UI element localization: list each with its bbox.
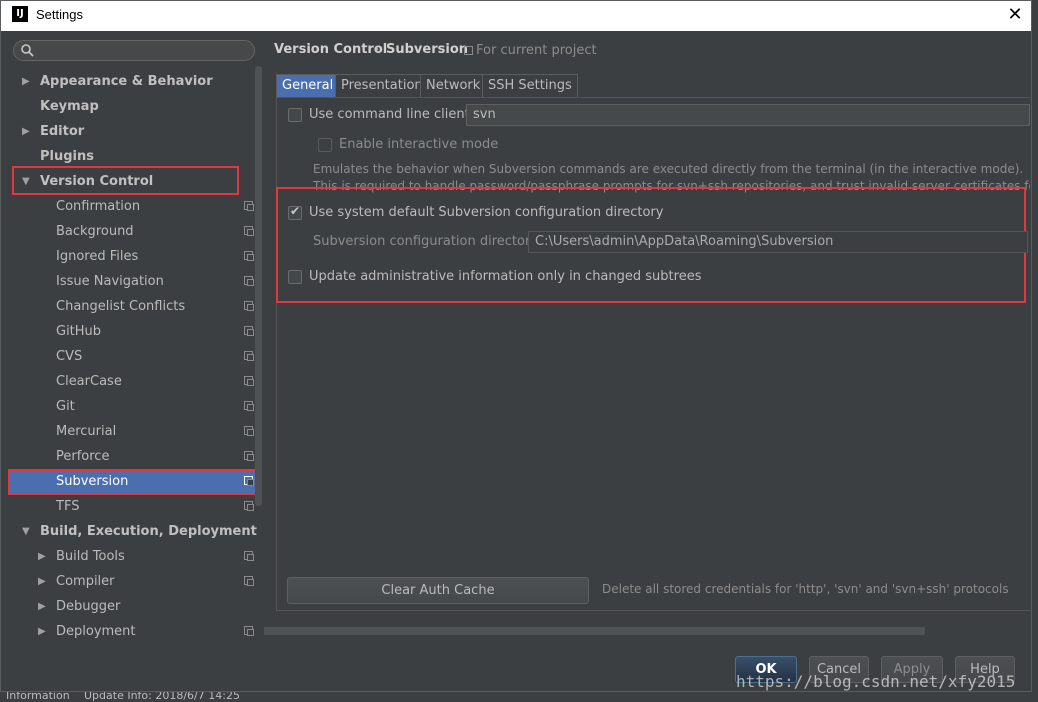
project-scope-icon [244, 426, 254, 436]
sidebar-item-git[interactable]: Git [8, 394, 255, 419]
sidebar-item-label: CVS [56, 349, 83, 364]
cmd-client-path-field[interactable]: svn [466, 104, 1030, 126]
breadcrumb-separator: › [374, 42, 380, 57]
status-update-info[interactable]: Update Info: 2018/6/7 14:25 [84, 692, 240, 702]
breadcrumb-parent: Version Control [274, 42, 388, 57]
project-scope-icon [244, 451, 254, 461]
sidebar-scrollbar[interactable] [255, 66, 262, 506]
status-info-text: Information [6, 692, 70, 702]
sidebar-item-background[interactable]: Background [8, 219, 255, 244]
sidebar-item-changelist-conflicts[interactable]: Changelist Conflicts [8, 294, 255, 319]
clear-auth-cache-description: Delete all stored credentials for 'http'… [602, 582, 1009, 596]
sidebar-item-label: Ignored Files [56, 249, 139, 264]
chevron-right-icon: ▶ [38, 601, 46, 612]
enable-interactive-checkbox[interactable] [318, 138, 332, 152]
sidebar-item-label: Appearance & Behavior [40, 74, 213, 89]
sidebar-item-confirmation[interactable]: Confirmation [8, 194, 255, 219]
title-bar [1, 1, 1031, 31]
chevron-right-icon: ▶ [22, 126, 30, 137]
sidebar-item-appearance[interactable]: ▶ Appearance & Behavior [8, 69, 255, 94]
project-scope-icon [244, 251, 254, 261]
sidebar-item-github[interactable]: GitHub [8, 319, 255, 344]
project-scope-icon [244, 326, 254, 336]
project-scope-icon [244, 551, 254, 561]
sidebar-item-label: Mercurial [56, 424, 117, 439]
sidebar-item-compiler[interactable]: ▶ Compiler [8, 569, 255, 594]
search-icon [21, 44, 34, 57]
update-admin-info-checkbox[interactable] [288, 270, 302, 284]
search-input[interactable] [13, 40, 255, 61]
close-icon[interactable]: ✕ [1002, 3, 1028, 27]
ide-status-bar: Information Update Info: 2018/6/7 14:25 [0, 692, 1038, 702]
sidebar-item-label: Editor [40, 124, 85, 139]
sidebar-item-build-execution-deployment[interactable]: ▼ Build, Execution, Deployment [8, 519, 257, 544]
sidebar-item-editor[interactable]: ▶ Editor [8, 119, 255, 144]
update-admin-info-label: Update administrative information only i… [309, 269, 702, 284]
sidebar-item-cvs[interactable]: CVS [8, 344, 255, 369]
highlight-box-version-control [12, 166, 239, 195]
sidebar-item-ignored-files[interactable]: Ignored Files [8, 244, 255, 269]
config-dir-field[interactable]: C:\Users\admin\AppData\Roaming\Subversio… [528, 231, 1028, 253]
sidebar-item-label: Compiler [56, 574, 115, 589]
window-title: Settings [36, 7, 83, 22]
sidebar-item-label: Git [56, 399, 75, 414]
scope-label: For current project [476, 43, 597, 58]
chevron-down-icon: ▼ [22, 526, 30, 537]
sidebar-item-label: Build, Execution, Deployment [40, 524, 257, 539]
sidebar-item-debugger[interactable]: ▶ Debugger [8, 594, 255, 619]
sidebar-item-deployment[interactable]: ▶ Deployment [8, 619, 255, 638]
chevron-right-icon: ▶ [38, 576, 46, 587]
tab-network[interactable]: Network [420, 74, 487, 97]
project-scope-icon [244, 226, 254, 236]
sidebar-item-label: Deployment [56, 624, 136, 638]
sidebar-item-perforce[interactable]: Perforce [8, 444, 255, 469]
chevron-right-icon: ▶ [38, 551, 46, 562]
project-scope-icon [244, 576, 254, 586]
config-dir-label: Subversion configuration directory: [313, 234, 542, 249]
breadcrumb-current: Subversion [386, 42, 469, 57]
sidebar-item-label: Changelist Conflicts [56, 299, 186, 314]
project-scope-icon [244, 501, 254, 511]
sidebar-item-label: Confirmation [56, 199, 141, 214]
sidebar-item-label: TFS [56, 499, 80, 514]
sidebar-item-label: Debugger [56, 599, 121, 614]
highlight-box-subversion [8, 470, 262, 495]
sidebar-item-label: GitHub [56, 324, 102, 339]
project-scope-icon [244, 201, 254, 211]
tab-general[interactable]: General [276, 74, 340, 97]
use-cmd-client-label: Use command line client: [309, 107, 475, 122]
watermark-text: https://blog.csdn.net/xfy2015 [736, 672, 1016, 691]
sidebar-item-label: Background [56, 224, 134, 239]
sidebar-item-label: ClearCase [56, 374, 122, 389]
enable-interactive-label: Enable interactive mode [339, 137, 499, 152]
sidebar-item-label: Issue Navigation [56, 274, 164, 289]
tab-ssh-settings[interactable]: SSH Settings [482, 74, 578, 97]
tab-presentation[interactable]: Presentation [335, 74, 429, 97]
sidebar-item-mercurial[interactable]: Mercurial [8, 419, 255, 444]
sidebar-item-label: Keymap [40, 99, 99, 114]
sidebar-item-label: Build Tools [56, 549, 125, 564]
use-cmd-client-checkbox[interactable] [288, 108, 302, 122]
clear-auth-cache-button[interactable]: Clear Auth Cache [287, 577, 589, 604]
project-scope-icon [244, 376, 254, 386]
sidebar-item-label: Perforce [56, 449, 110, 464]
project-scope-icon [244, 351, 254, 361]
interactive-description-line1: Emulates the behavior when Subversion co… [313, 162, 1024, 176]
sidebar-item-clearcase[interactable]: ClearCase [8, 369, 255, 394]
chevron-right-icon: ▶ [22, 76, 30, 87]
project-scope-icon [244, 626, 254, 636]
project-scope-icon [244, 276, 254, 286]
sidebar-item-tfs[interactable]: TFS [8, 494, 255, 519]
use-default-config-dir-checkbox[interactable] [288, 204, 302, 220]
sidebar-item-keymap[interactable]: Keymap [8, 94, 255, 119]
project-scope-icon [244, 301, 254, 311]
project-scope-icon [464, 46, 473, 55]
sidebar-item-build-tools[interactable]: ▶ Build Tools [8, 544, 255, 569]
use-default-config-dir-label: Use system default Subversion configurat… [309, 205, 664, 220]
horizontal-scrollbar[interactable] [264, 627, 925, 635]
sidebar-item-issue-navigation[interactable]: Issue Navigation [8, 269, 255, 294]
project-scope-icon [244, 401, 254, 411]
intellij-icon: IJ [12, 6, 28, 22]
chevron-right-icon: ▶ [38, 626, 46, 637]
